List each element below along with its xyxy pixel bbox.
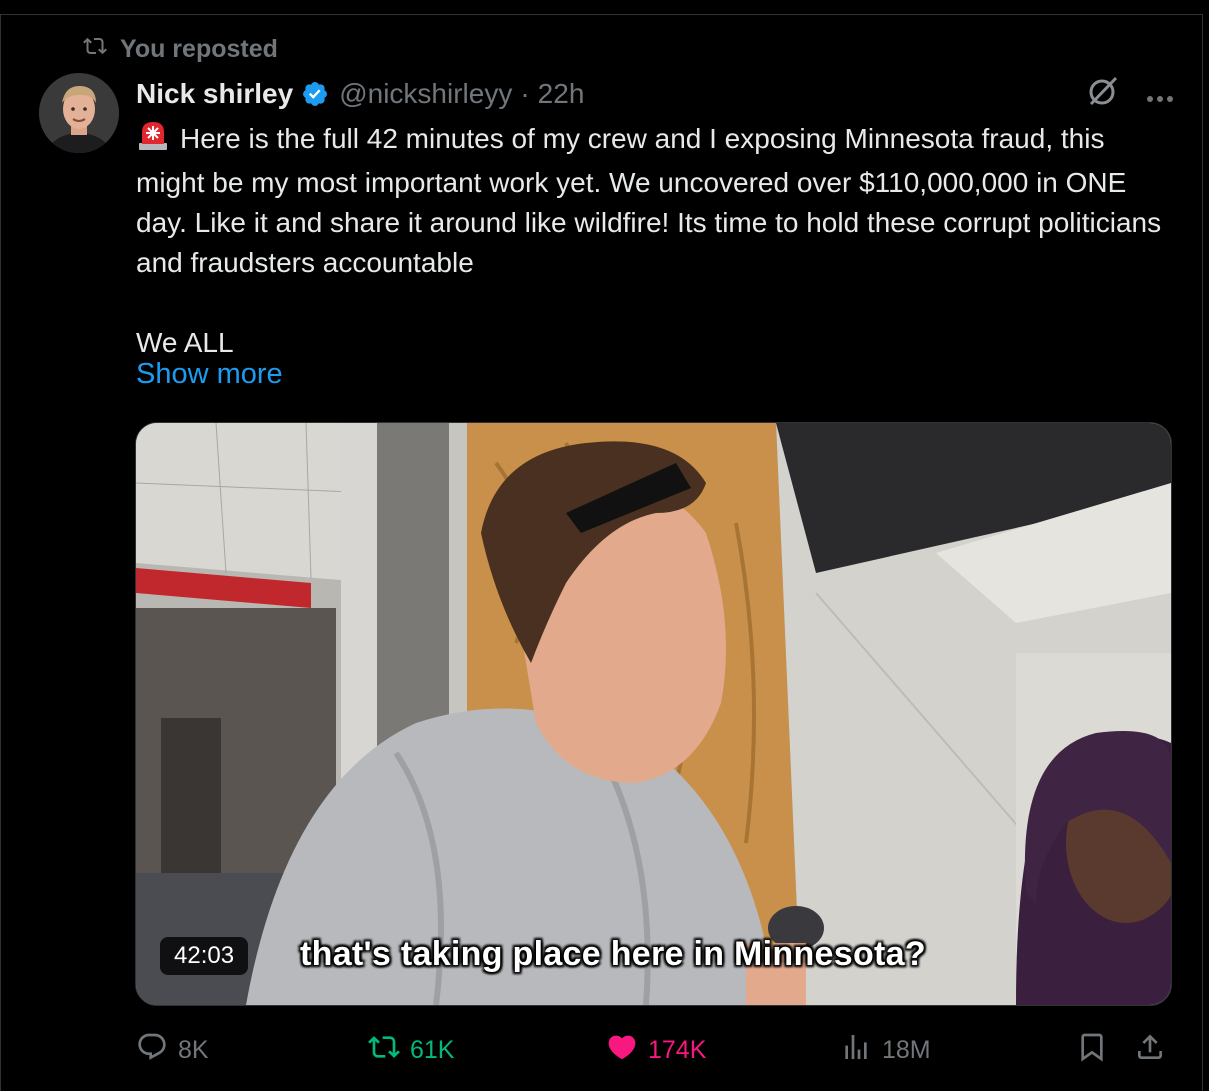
heart-icon [606,1031,638,1070]
reply-icon [136,1031,168,1070]
reply-button[interactable]: 8K [136,1030,209,1070]
bookmark-icon [1076,1031,1108,1070]
views-button[interactable]: 18M [840,1030,931,1070]
repost-icon [82,34,108,65]
repost-label: You reposted [120,34,278,63]
author-name[interactable]: Nick shirley [136,78,293,110]
reply-count: 8K [178,1035,209,1064]
like-button[interactable]: 174K [606,1030,706,1070]
bookmark-button[interactable] [1076,1030,1108,1070]
video-caption: that's taking place here in Minnesota? [300,935,926,973]
verified-badge-icon [301,80,329,108]
tweet-header: Nick shirley @nickshirleyy · 22h [136,74,1176,114]
author-handle[interactable]: @nickshirleyy [339,78,512,110]
video-duration-badge: 42:03 [160,937,249,975]
repost-count: 61K [410,1035,455,1064]
video-thumbnail [136,423,1171,1005]
like-count: 174K [648,1035,707,1064]
repost-action-icon [368,1031,400,1070]
video-player[interactable]: 42:03 that's taking place here in Minnes… [135,422,1172,1006]
tweet-timestamp[interactable]: 22h [538,78,585,110]
views-chart-icon [840,1031,872,1070]
views-count: 18M [882,1035,931,1064]
more-options-icon[interactable] [1146,78,1174,110]
header-separator: · [520,78,530,109]
tweet-text: Here is the full 42 minutes of my crew a… [136,123,1162,358]
avatar[interactable] [39,73,119,153]
action-bar: 8K 61K 174K 18M [136,1030,1172,1070]
share-button[interactable] [1134,1030,1166,1070]
show-more-link[interactable]: Show more [136,358,283,391]
siren-emoji-icon [136,118,170,163]
repost-button[interactable]: 61K [368,1030,454,1070]
tweet-body: Here is the full 42 minutes of my crew a… [136,118,1176,363]
repost-indicator: You reposted [82,32,278,66]
grok-icon[interactable] [1086,74,1120,115]
share-icon [1134,1031,1166,1070]
